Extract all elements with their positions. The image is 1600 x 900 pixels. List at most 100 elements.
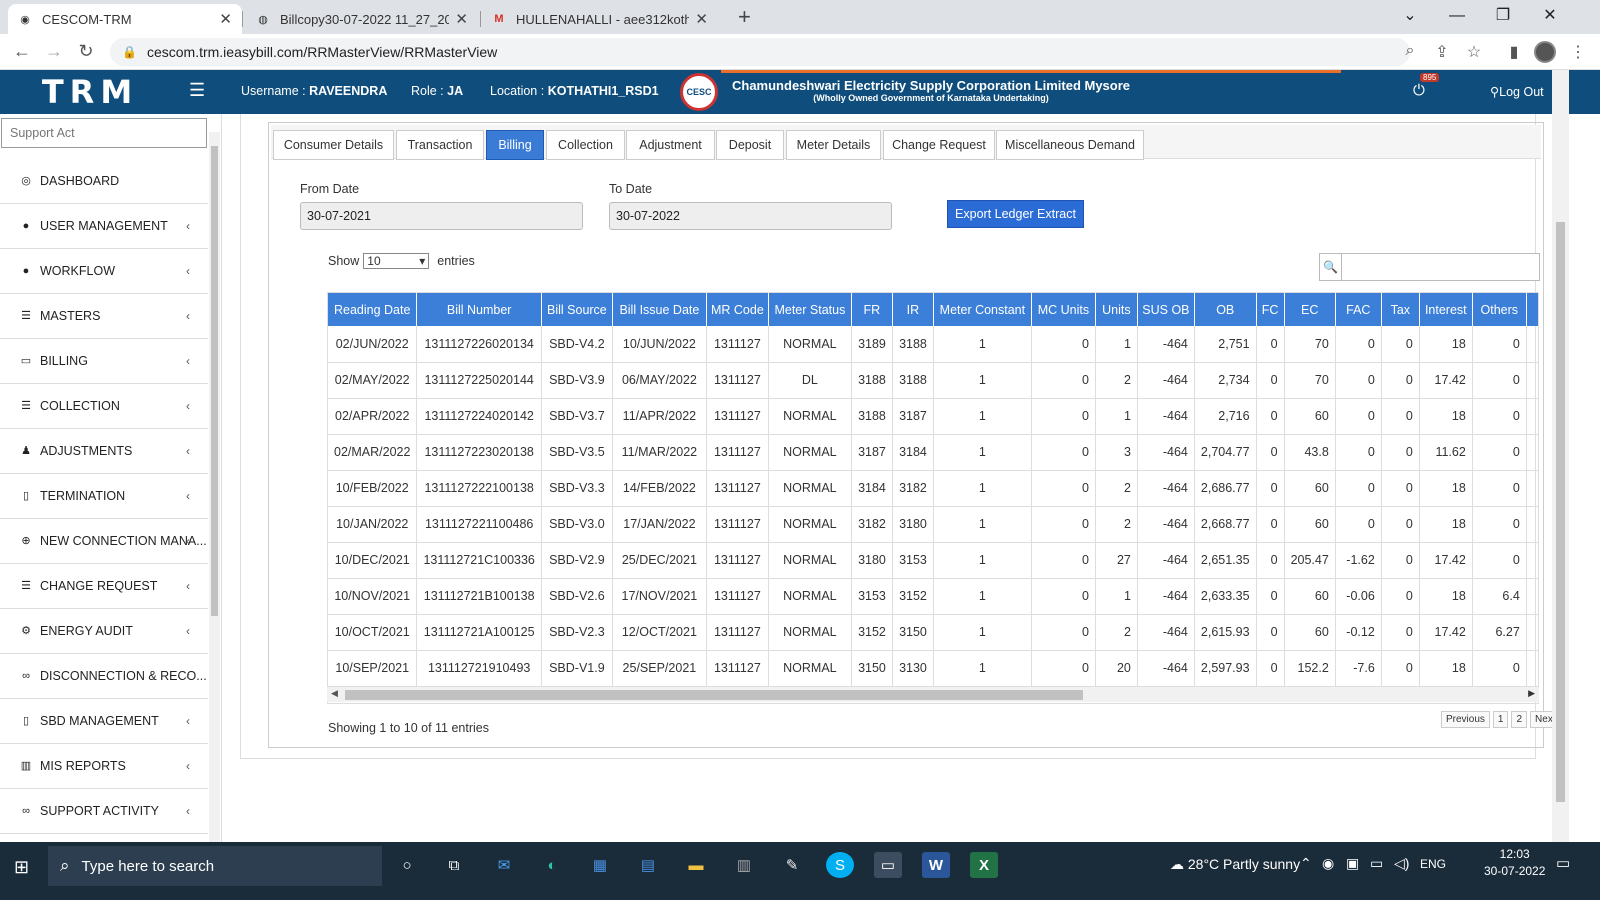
edge-icon[interactable]: ◐ bbox=[538, 852, 566, 878]
column-header[interactable]: SUS OB bbox=[1137, 293, 1195, 326]
back-icon[interactable]: ← bbox=[10, 41, 34, 62]
file-explorer-icon[interactable]: ▬ bbox=[682, 852, 710, 878]
column-header[interactable]: FR bbox=[851, 293, 893, 326]
browser-tab[interactable]: M HULLENAHALLI - aee312kothathi ✕ bbox=[482, 4, 718, 34]
zoom-icon[interactable]: ⌕ bbox=[1398, 42, 1422, 60]
tab-adjustment[interactable]: Adjustment bbox=[626, 130, 715, 160]
task-view-icon[interactable]: ⧉ bbox=[440, 852, 468, 878]
table-search-box[interactable]: 🔍 bbox=[1319, 253, 1540, 281]
browser-tab[interactable]: ◉ CESCOM-TRM ✕ bbox=[8, 4, 242, 34]
weather-widget[interactable]: ☁ 28°C Partly sunny bbox=[1170, 856, 1300, 873]
column-header[interactable]: Bill Source bbox=[541, 293, 613, 326]
scroll-right-arrow-icon[interactable]: ▶ bbox=[1528, 688, 1535, 699]
tray-chevron-icon[interactable]: ⌃ bbox=[1300, 855, 1312, 872]
page-scrollbar[interactable] bbox=[1552, 70, 1569, 858]
tab-meter-details[interactable]: Meter Details bbox=[786, 130, 881, 160]
browser-menu-icon[interactable]: ⋮ bbox=[1566, 42, 1590, 62]
share-icon[interactable]: ⇪ bbox=[1430, 42, 1454, 62]
close-tab-icon[interactable]: ✕ bbox=[455, 10, 468, 28]
windows-start-icon[interactable]: ⊞ bbox=[14, 857, 29, 878]
sidebar-search-input[interactable] bbox=[1, 118, 207, 148]
entries-select[interactable]: 10 ▾ bbox=[363, 253, 430, 269]
sidebar-item-energy-audit[interactable]: ⚙ ENERGY AUDIT ‹ bbox=[0, 608, 208, 654]
table-row[interactable]: 10/SEP/2021 131112721910493 SBD-V1.9 25/SEP… bbox=[328, 650, 1538, 687]
sidebar-item-workflow[interactable]: ● WORKFLOW ‹ bbox=[0, 248, 208, 294]
tab-miscellaneous-demand[interactable]: Miscellaneous Demand bbox=[996, 130, 1144, 160]
column-header[interactable]: EC bbox=[1284, 293, 1336, 326]
sidebar-item-disconnection-reco[interactable]: ∞ DISCONNECTION & RECO... ‹ bbox=[0, 653, 208, 699]
browser-tab[interactable]: ◍ Billcopy30-07-2022 11_27_20.pdf ✕ bbox=[246, 4, 478, 34]
word-icon[interactable]: W bbox=[922, 852, 950, 878]
column-header[interactable]: Reading Date bbox=[328, 293, 418, 326]
table-row[interactable]: 10/OCT/2021 131112721A100125 SBD-V2.3 12/OC… bbox=[328, 614, 1538, 651]
store-icon[interactable]: ▦ bbox=[586, 852, 614, 878]
column-header[interactable]: IR bbox=[892, 293, 934, 326]
sidebar-item-dashboard[interactable]: ◎ DASHBOARD bbox=[0, 158, 208, 204]
hamburger-menu-icon[interactable]: ☰ bbox=[189, 80, 205, 101]
tab-collection[interactable]: Collection bbox=[546, 130, 625, 160]
table-row[interactable]: 10/DEC/2021 131112721C100336 SBD-V2.9 25/DE… bbox=[328, 542, 1538, 579]
notification-power-icon[interactable]: ⏻ bbox=[1413, 82, 1425, 99]
calendar-icon[interactable]: ▤ bbox=[634, 852, 662, 878]
column-header[interactable]: Units bbox=[1095, 293, 1138, 326]
sidebar-item-mis-reports[interactable]: ▥ MIS REPORTS ‹ bbox=[0, 743, 208, 789]
tab-search-icon[interactable]: ⌄ bbox=[1390, 3, 1430, 29]
pagination-page-2[interactable]: 2 bbox=[1511, 711, 1528, 728]
network-icon[interactable]: ▭ bbox=[1370, 855, 1383, 872]
column-header[interactable]: FC bbox=[1256, 293, 1285, 326]
column-header[interactable]: Meter Constant bbox=[933, 293, 1032, 326]
page-scroll-thumb[interactable] bbox=[1556, 222, 1565, 802]
reload-icon[interactable]: ↻ bbox=[74, 41, 98, 62]
sidebar-item-user-management[interactable]: ● USER MANAGEMENT ‹ bbox=[0, 203, 208, 249]
tab-change-request[interactable]: Change Request bbox=[883, 130, 995, 160]
excel-icon[interactable]: X bbox=[970, 852, 998, 878]
logout-link[interactable]: ⚲Log Out bbox=[1490, 84, 1544, 99]
sidebar-item-termination[interactable]: ▯ TERMINATION ‹ bbox=[0, 473, 208, 519]
language-indicator[interactable]: ENG bbox=[1420, 857, 1446, 871]
minimize-icon[interactable]: — bbox=[1437, 3, 1477, 29]
column-header[interactable]: MR Code bbox=[706, 293, 769, 326]
sidebar-item-support-activity[interactable]: ∞ SUPPORT ACTIVITY ‹ bbox=[0, 788, 208, 834]
column-header[interactable]: OB bbox=[1194, 293, 1257, 326]
table-row[interactable]: 10/NOV/2021 131112721B100138 SBD-V2.6 17/NO… bbox=[328, 578, 1538, 615]
sidebar-item-billing[interactable]: ▭ BILLING ‹ bbox=[0, 338, 208, 384]
table-scroll-thumb[interactable] bbox=[345, 690, 1083, 700]
table-row[interactable]: 02/APR/2022 1311127224020142 SBD-V3.7 11/AP… bbox=[328, 398, 1538, 435]
sidebar-item-sbd-management[interactable]: ▯ SBD MANAGEMENT ‹ bbox=[0, 698, 208, 744]
export-ledger-button[interactable]: Export Ledger Extract bbox=[947, 200, 1084, 228]
notification-center-icon[interactable]: ▭ bbox=[1556, 854, 1570, 872]
sidebar-item-change-request[interactable]: ☰ CHANGE REQUEST ‹ bbox=[0, 563, 208, 609]
scroll-left-arrow-icon[interactable]: ◀ bbox=[331, 688, 338, 699]
column-header[interactable]: Interest bbox=[1419, 293, 1473, 326]
chrome-app-icon[interactable]: ▭ bbox=[874, 852, 902, 878]
bookmark-star-icon[interactable]: ☆ bbox=[1462, 42, 1486, 62]
pagination-page-1[interactable]: 1 bbox=[1492, 711, 1509, 728]
url-field[interactable]: 🔒 cescom.trm.ieasybill.com/RRMasterView/… bbox=[110, 38, 1410, 66]
calculator-icon[interactable]: ▥ bbox=[730, 852, 758, 878]
maximize-icon[interactable]: ❐ bbox=[1483, 3, 1523, 29]
column-header[interactable]: FAC bbox=[1335, 293, 1382, 326]
tray-record-icon[interactable]: ◉ bbox=[1322, 855, 1334, 872]
close-tab-icon[interactable]: ✕ bbox=[219, 10, 232, 28]
paint-icon[interactable]: ✎ bbox=[778, 852, 806, 878]
taskbar-clock[interactable]: 12:03 30-07-2022 bbox=[1484, 846, 1545, 880]
close-tab-icon[interactable]: ✕ bbox=[695, 10, 708, 28]
sidebar-item-collection[interactable]: ☰ COLLECTION ‹ bbox=[0, 383, 208, 429]
column-header[interactable]: Others bbox=[1472, 293, 1527, 326]
to-date-input[interactable] bbox=[609, 202, 892, 230]
profile-avatar[interactable] bbox=[1534, 41, 1556, 63]
tray-meet-icon[interactable]: ▣ bbox=[1346, 855, 1359, 872]
tab-billing[interactable]: Billing bbox=[486, 130, 544, 160]
table-horizontal-scrollbar[interactable]: ◀ ▶ bbox=[327, 686, 1539, 702]
table-row[interactable]: 02/JUN/2022 1311127226020134 SBD-V4.2 10/JU… bbox=[328, 326, 1538, 363]
volume-icon[interactable]: ◁) bbox=[1394, 855, 1409, 872]
table-row[interactable]: 10/FEB/2022 1311127222100138 SBD-V3.3 14/FE… bbox=[328, 470, 1538, 507]
pagination-previous[interactable]: Previous bbox=[1441, 711, 1490, 728]
mail-icon[interactable]: ✉ bbox=[490, 852, 518, 878]
side-panel-icon[interactable]: ▮ bbox=[1502, 42, 1526, 62]
column-header[interactable]: Meter Status bbox=[768, 293, 852, 326]
column-header[interactable]: MC Units bbox=[1031, 293, 1096, 326]
sidebar-item-new-connection-mana[interactable]: ⊕ NEW CONNECTION MANA... ‹ bbox=[0, 518, 208, 564]
from-date-input[interactable] bbox=[300, 202, 583, 230]
sidebar-scrollbar[interactable] bbox=[209, 132, 220, 858]
